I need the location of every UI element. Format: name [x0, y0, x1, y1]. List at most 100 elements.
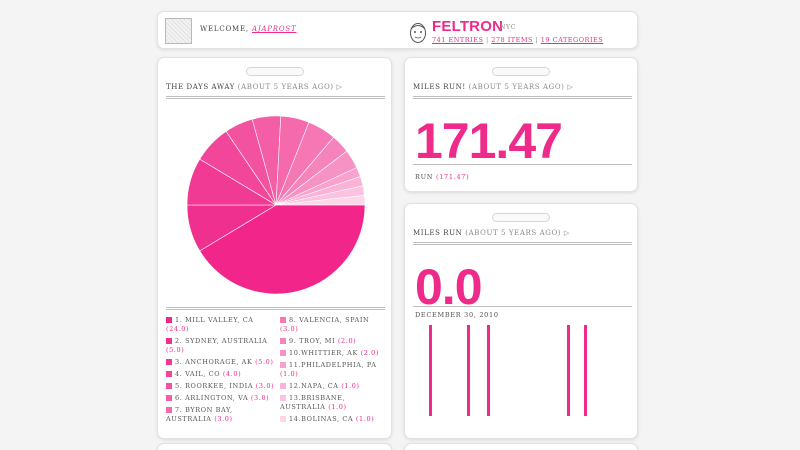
legend-item[interactable]: 10.WHITTIER, AK (2.0) [280, 349, 390, 358]
feltron-face-icon [410, 23, 426, 43]
legend-swatch [166, 382, 172, 389]
username-link[interactable]: AJAPROST [252, 25, 297, 33]
run-bar[interactable] [487, 325, 490, 416]
run-bar[interactable] [584, 325, 587, 416]
legend-count: (2.0) [360, 349, 380, 357]
legend-swatch [166, 406, 172, 413]
legend-item[interactable]: 6. ARLINGTON, VA (3.0) [166, 394, 276, 403]
legend-item[interactable]: 1. MILL VALLEY, CA (24.0) [166, 316, 276, 334]
sub-value: (171.47) [435, 173, 470, 181]
legend-swatch [166, 316, 172, 323]
legend-item[interactable]: 11.PHILADELPHIA, PA (1.0) [280, 361, 390, 379]
miles-run-daily-card: MILES RUN (ABOUT 5 YEARS AGO) ▷ 0.0 DECE… [404, 203, 638, 439]
run-bar[interactable] [467, 325, 470, 416]
divider [413, 96, 632, 99]
run-value: 0.0 [415, 259, 483, 315]
legend-label: 14.BOLINAS, CA [289, 415, 356, 423]
legend-count: (24.0) [166, 325, 190, 333]
legend-count: (5.0) [166, 346, 185, 354]
card-title: MILES RUN! (ABOUT 5 YEARS AGO) ▷ [413, 83, 573, 91]
items-link[interactable]: 278 ITEMS [491, 36, 533, 44]
divider [166, 96, 385, 99]
legend-label: 10.WHITTIER, AK [289, 349, 361, 357]
entries-link[interactable]: 741 ENTRIES [432, 36, 483, 44]
legend-swatch [280, 415, 286, 422]
legend-swatch [166, 394, 172, 401]
legend-swatch [280, 316, 286, 323]
legend-swatch [280, 394, 286, 401]
miles-sub: RUN (171.47) [415, 173, 469, 181]
sub-label: RUN [415, 173, 434, 181]
legend-item[interactable]: 14.BOLINAS, CA (1.0) [280, 415, 390, 424]
card-handle[interactable] [245, 67, 304, 76]
legend-label: 12.NAPA, CA [289, 382, 342, 390]
run-bar[interactable] [429, 325, 432, 416]
legend-item[interactable]: 13.BRISBANE, AUSTRALIA (1.0) [280, 394, 390, 412]
card-title-text: MILES RUN! [413, 83, 466, 91]
legend-count: (1.0) [280, 370, 299, 378]
legend-swatch [280, 361, 286, 368]
card-time-filter[interactable]: (ABOUT 5 YEARS AGO) ▷ [462, 229, 570, 237]
legend-left: 1. MILL VALLEY, CA (24.0) 2. SYDNEY, AUST… [166, 316, 276, 427]
header-bar: WELCOME, AJAPROST FELTRON NYC 741 ENTRIE… [157, 11, 638, 49]
miles-value: 171.47 [415, 113, 563, 169]
days-away-pie-chart [186, 115, 366, 295]
days-away-card: THE DAYS AWAY (ABOUT 5 YEARS AGO) ▷ 1. M… [157, 57, 392, 439]
link-separator: | [532, 36, 541, 44]
legend-item[interactable]: 9. TROY, MI (2.0) [280, 337, 390, 346]
legend-item[interactable]: 3. ANCHORAGE, AK (5.0) [166, 358, 276, 367]
legend-label: 3. ANCHORAGE, AK [175, 358, 256, 366]
card-title-text: THE DAYS AWAY [166, 83, 235, 91]
card-handle[interactable] [492, 67, 550, 76]
legend-swatch [280, 349, 286, 356]
legend-right: 8. VALENCIA, SPAIN (3.0) 9. TROY, MI (2.0… [280, 316, 390, 427]
legend-label: 4. VAIL, CO [175, 370, 223, 378]
legend-item[interactable]: 7. BYRON BAY, AUSTRALIA (3.0) [166, 406, 276, 424]
divider [413, 306, 632, 307]
legend-count: (3.0) [280, 325, 299, 333]
user-avatar[interactable] [165, 18, 192, 44]
next-card-stub [404, 443, 638, 450]
legend-item[interactable]: 4. VAIL, CO (4.0) [166, 370, 276, 379]
card-handle[interactable] [492, 213, 550, 222]
legend-label: 6. ARLINGTON, VA [175, 394, 251, 402]
legend-label: 2. SYDNEY, AUSTRALIA [175, 337, 268, 345]
legend-swatch [166, 370, 172, 377]
card-title: THE DAYS AWAY (ABOUT 5 YEARS AGO) ▷ [166, 83, 342, 91]
card-time-filter[interactable]: (ABOUT 5 YEARS AGO) ▷ [466, 83, 574, 91]
legend-swatch [166, 337, 172, 344]
legend-label: 5. ROORKEE, INDIA [175, 382, 256, 390]
legend-label: 1. MILL VALLEY, CA [175, 316, 254, 324]
next-card-stub [157, 443, 392, 450]
welcome-text: WELCOME, AJAPROST [200, 25, 296, 33]
legend-count: (3.0) [214, 415, 233, 423]
card-time-filter[interactable]: (ABOUT 5 YEARS AGO) ▷ [235, 83, 343, 91]
legend-count: (1.0) [341, 382, 360, 390]
legend-swatch [166, 358, 172, 365]
divider [413, 242, 632, 245]
legend-count: (5.0) [255, 358, 274, 366]
legend-label: 9. TROY, MI [289, 337, 338, 345]
card-title: MILES RUN (ABOUT 5 YEARS AGO) ▷ [413, 229, 570, 237]
run-date: DECEMBER 30, 2010 [415, 311, 499, 319]
legend-item[interactable]: 8. VALENCIA, SPAIN (3.0) [280, 316, 390, 334]
categories-link[interactable]: 19 CATEGORIES [541, 36, 603, 44]
legend-label: 8. VALENCIA, SPAIN [289, 316, 370, 324]
legend-swatch [280, 382, 286, 389]
card-title-text: MILES RUN [413, 229, 463, 237]
divider [413, 164, 632, 165]
legend-count: (1.0) [355, 415, 375, 423]
legend-count: (4.0) [222, 370, 242, 378]
legend-item[interactable]: 12.NAPA, CA (1.0) [280, 382, 390, 391]
legend-label: 11.PHILADELPHIA, PA [289, 361, 377, 369]
welcome-label: WELCOME, [200, 25, 249, 33]
brand-logo[interactable]: FELTRON [432, 18, 503, 35]
legend-count: (3.0) [255, 382, 275, 390]
legend-item[interactable]: 5. ROORKEE, INDIA (3.0) [166, 382, 276, 391]
legend-item[interactable]: 2. SYDNEY, AUSTRALIA (5.0) [166, 337, 276, 355]
divider [166, 307, 385, 310]
legend-swatch [280, 337, 286, 344]
legend-count: (1.0) [328, 403, 347, 411]
run-bar[interactable] [567, 325, 570, 416]
miles-run-card: MILES RUN! (ABOUT 5 YEARS AGO) ▷ 171.47 … [404, 57, 638, 192]
